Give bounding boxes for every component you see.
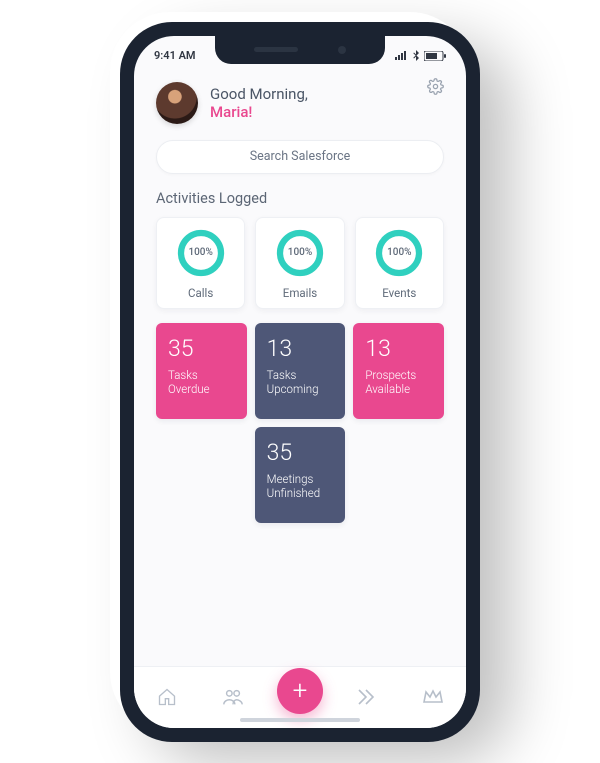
- ring-card-emails[interactable]: 100% Emails: [255, 217, 344, 309]
- tile-label: Prospects Available: [365, 368, 432, 397]
- signal-icon: [395, 51, 409, 60]
- gear-icon[interactable]: [427, 78, 444, 99]
- phone-frame: 9:41 AM Good Morning, Maria! Search Sale…: [120, 22, 480, 742]
- home-icon[interactable]: [145, 675, 189, 719]
- plus-icon: +: [293, 678, 308, 704]
- crown-icon[interactable]: [411, 675, 455, 719]
- ring-label: Emails: [283, 286, 317, 300]
- tile-count: 13: [267, 335, 334, 362]
- tile-count: 35: [267, 439, 334, 466]
- tile-label: Tasks Overdue: [168, 368, 235, 397]
- tile-label: Tasks Upcoming: [267, 368, 334, 397]
- add-button[interactable]: +: [277, 668, 323, 714]
- screen: 9:41 AM Good Morning, Maria! Search Sale…: [134, 36, 466, 728]
- progress-ring: 100%: [275, 228, 325, 278]
- user-name: Maria!: [210, 103, 308, 121]
- ring-card-calls[interactable]: 100% Calls: [156, 217, 245, 309]
- header: Good Morning, Maria!: [134, 68, 466, 134]
- tile-grid: 35 Tasks Overdue 13 Tasks Upcoming 13 Pr…: [134, 323, 466, 537]
- section-title: Activities Logged: [134, 190, 466, 217]
- tile-count: 13: [365, 335, 432, 362]
- forward-icon[interactable]: [345, 675, 389, 719]
- tile-meetings[interactable]: 35 Meetings Unfinished: [255, 427, 346, 523]
- bluetooth-icon: [413, 50, 420, 61]
- tile-label: Meetings Unfinished: [267, 472, 334, 501]
- people-icon[interactable]: [211, 675, 255, 719]
- progress-ring: 100%: [176, 228, 226, 278]
- avatar[interactable]: [156, 82, 198, 124]
- tile-tasks-overdue[interactable]: 35 Tasks Overdue: [156, 323, 247, 419]
- search-input[interactable]: Search Salesforce: [156, 140, 444, 174]
- notch: [215, 36, 385, 64]
- progress-ring: 100%: [374, 228, 424, 278]
- ring-percent: 100%: [275, 228, 325, 278]
- ring-percent: 100%: [176, 228, 226, 278]
- greeting-text: Good Morning,: [210, 85, 308, 103]
- ring-percent: 100%: [374, 228, 424, 278]
- tile-tasks-upcoming[interactable]: 13 Tasks Upcoming: [255, 323, 346, 419]
- ring-card-events[interactable]: 100% Events: [355, 217, 444, 309]
- tile-prospects[interactable]: 13 Prospects Available: [353, 323, 444, 419]
- battery-icon: [424, 51, 446, 61]
- ring-label: Events: [382, 286, 416, 300]
- status-time: 9:41 AM: [154, 49, 196, 62]
- search-placeholder: Search Salesforce: [250, 149, 351, 164]
- tile-count: 35: [168, 335, 235, 362]
- ring-label: Calls: [188, 286, 213, 300]
- greeting: Good Morning, Maria!: [210, 85, 308, 121]
- home-indicator[interactable]: [240, 718, 360, 722]
- activity-rings: 100% Calls 100% Emails 100% Events: [134, 217, 466, 323]
